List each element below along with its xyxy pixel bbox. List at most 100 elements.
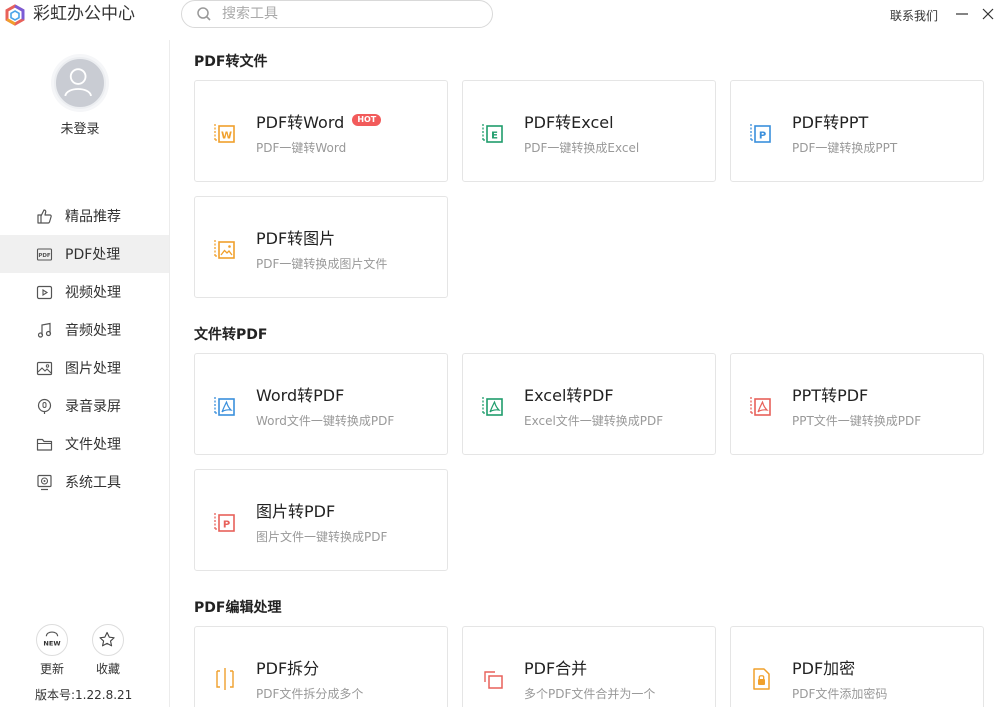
sidebar-item-system[interactable]: 系统工具 — [0, 463, 169, 501]
card-title: PDF加密 — [792, 659, 856, 678]
card-pdf-merge[interactable]: PDF合并 多个PDF文件合并为一个 — [462, 626, 716, 707]
sidebar: 未登录 精品推荐 PDF PDF处理 视频处理 音频处理 图片处理 录音录屏 文… — [0, 40, 170, 707]
card-description: PDF文件添加密码 — [792, 687, 888, 701]
svg-text:P: P — [759, 131, 766, 142]
card-description: 多个PDF文件合并为一个 — [524, 687, 656, 701]
excel-doc-icon: E — [482, 124, 503, 143]
excel-to-pdf-icon — [482, 397, 503, 416]
user-icon — [64, 68, 92, 97]
card-ppt-to-pdf[interactable]: PPT转PDF PPT文件一键转换成PDF — [730, 353, 984, 455]
card-description: PDF一键转Word — [256, 141, 347, 155]
card-title: PPT转PDF — [792, 386, 869, 405]
card-title: PDF转图片 — [256, 229, 336, 248]
card-title: PDF转PPT — [792, 113, 869, 132]
minimize-icon[interactable] — [954, 6, 970, 22]
svg-text:P: P — [223, 520, 230, 531]
card-description: PPT文件一键转换成PDF — [792, 414, 922, 428]
section-title-pdf-edit: PDF编辑处理 — [194, 600, 282, 616]
card-title: PDF转Word HOT — [256, 109, 382, 133]
card-title: PDF合并 — [524, 659, 588, 678]
split-icon — [216, 668, 234, 690]
search-icon[interactable] — [196, 6, 212, 22]
main-content: PDF转文件 W PDF转Word HOT PDF一键转Word E PDF转Ex… — [170, 30, 1001, 707]
music-note-icon — [37, 322, 52, 338]
svg-text:W: W — [221, 131, 232, 142]
star-icon — [92, 624, 124, 656]
card-description: Excel文件一键转换成PDF — [524, 414, 664, 428]
sidebar-item-label: 录音录屏 — [65, 399, 121, 415]
image-to-pdf-icon: P — [214, 513, 235, 532]
video-icon — [36, 285, 53, 299]
card-description: PDF一键转换成Excel — [524, 141, 640, 155]
sidebar-item-record[interactable]: 录音录屏 — [0, 387, 169, 425]
svg-text:E: E — [491, 131, 498, 142]
card-pdf-to-image[interactable]: PDF转图片 PDF一键转换成图片文件 — [194, 196, 448, 298]
contact-us-link[interactable]: 联系我们 — [890, 7, 938, 24]
sidebar-item-label: 视频处理 — [65, 285, 121, 301]
sidebar-item-image[interactable]: 图片处理 — [0, 349, 169, 387]
sidebar-footer: NEW 更新 收藏 版本号:1.22.8.21 — [0, 624, 169, 707]
system-tool-icon — [37, 474, 52, 490]
card-excel-to-pdf[interactable]: Excel转PDF Excel文件一键转换成PDF — [462, 353, 716, 455]
card-description: 图片文件一键转换成PDF — [256, 530, 388, 544]
ppt-to-pdf-icon — [750, 397, 771, 416]
sidebar-item-label: 精品推荐 — [65, 209, 121, 225]
version-number: 版本号:1.22.8.21 — [35, 688, 133, 702]
folder-icon — [36, 438, 53, 451]
section-title-pdf-to-file: PDF转文件 — [194, 54, 268, 70]
card-title: 图片转PDF — [256, 502, 336, 521]
image-icon — [36, 361, 53, 375]
card-title: Word转PDF — [256, 386, 345, 405]
card-description: PDF一键转换成图片文件 — [256, 257, 388, 271]
word-to-pdf-icon — [214, 397, 235, 416]
login-status[interactable]: 未登录 — [0, 118, 160, 137]
card-word-to-pdf[interactable]: Word转PDF Word文件一键转换成PDF — [194, 353, 448, 455]
card-description: Word文件一键转换成PDF — [256, 414, 395, 428]
avatar[interactable] — [54, 57, 106, 109]
sidebar-item-pdf[interactable]: PDF PDF处理 — [0, 235, 169, 273]
svg-text:NEW: NEW — [43, 640, 61, 648]
sidebar-item-file[interactable]: 文件处理 — [0, 425, 169, 463]
pdf-icon: PDF — [36, 247, 53, 261]
word-doc-icon: W — [214, 124, 235, 143]
sidebar-item-recommended[interactable]: 精品推荐 — [0, 197, 169, 235]
sidebar-item-audio[interactable]: 音频处理 — [0, 311, 169, 349]
section-title-file-to-pdf: 文件转PDF — [194, 327, 268, 343]
card-pdf-encrypt[interactable]: PDF加密 PDF文件添加密码 — [730, 626, 984, 707]
hot-badge: HOT — [352, 114, 382, 126]
card-pdf-to-word[interactable]: W PDF转Word HOT PDF一键转Word — [194, 80, 448, 182]
svg-text:PDF: PDF — [38, 253, 51, 259]
ppt-doc-icon: P — [750, 124, 771, 143]
sidebar-item-label: 音频处理 — [65, 323, 121, 339]
card-pdf-to-ppt[interactable]: P PDF转PPT PDF一键转换成PPT — [730, 80, 984, 182]
card-pdf-to-excel[interactable]: E PDF转Excel PDF一键转换成Excel — [462, 80, 716, 182]
rainbow-logo-icon — [5, 4, 25, 26]
image-doc-icon — [214, 240, 235, 259]
thumbs-up-icon — [37, 208, 52, 224]
sidebar-item-video[interactable]: 视频处理 — [0, 273, 169, 311]
search-box[interactable] — [181, 0, 493, 28]
card-pdf-split[interactable]: PDF拆分 PDF文件拆分成多个 — [194, 626, 448, 707]
favorite-label: 收藏 — [95, 662, 120, 676]
merge-icon — [484, 671, 503, 689]
card-image-to-pdf[interactable]: P 图片转PDF 图片文件一键转换成PDF — [194, 469, 448, 571]
search-input[interactable] — [222, 4, 482, 24]
sidebar-item-label: PDF处理 — [65, 247, 121, 263]
close-icon[interactable] — [980, 6, 996, 22]
sidebar-item-label: 图片处理 — [65, 361, 121, 377]
card-title: PDF拆分 — [256, 659, 320, 678]
sidebar-nav: 精品推荐 PDF PDF处理 视频处理 音频处理 图片处理 录音录屏 文件处理 … — [0, 197, 169, 501]
card-title: Excel转PDF — [524, 386, 614, 405]
update-new-icon: NEW — [36, 624, 68, 656]
app-window: 彩虹办公中心 联系我们 未登录 — [0, 0, 1001, 707]
record-icon — [37, 398, 52, 414]
update-label: 更新 — [39, 662, 64, 676]
sidebar-item-label: 系统工具 — [65, 475, 121, 491]
sidebar-item-label: 文件处理 — [65, 437, 121, 453]
card-description: PDF一键转换成PPT — [792, 141, 898, 155]
lock-icon — [753, 668, 770, 690]
title-bar: 彩虹办公中心 联系我们 — [0, 0, 1001, 30]
app-title: 彩虹办公中心 — [33, 4, 135, 24]
update-button[interactable]: NEW 更新 — [32, 624, 72, 677]
favorite-button[interactable]: 收藏 — [88, 624, 128, 677]
